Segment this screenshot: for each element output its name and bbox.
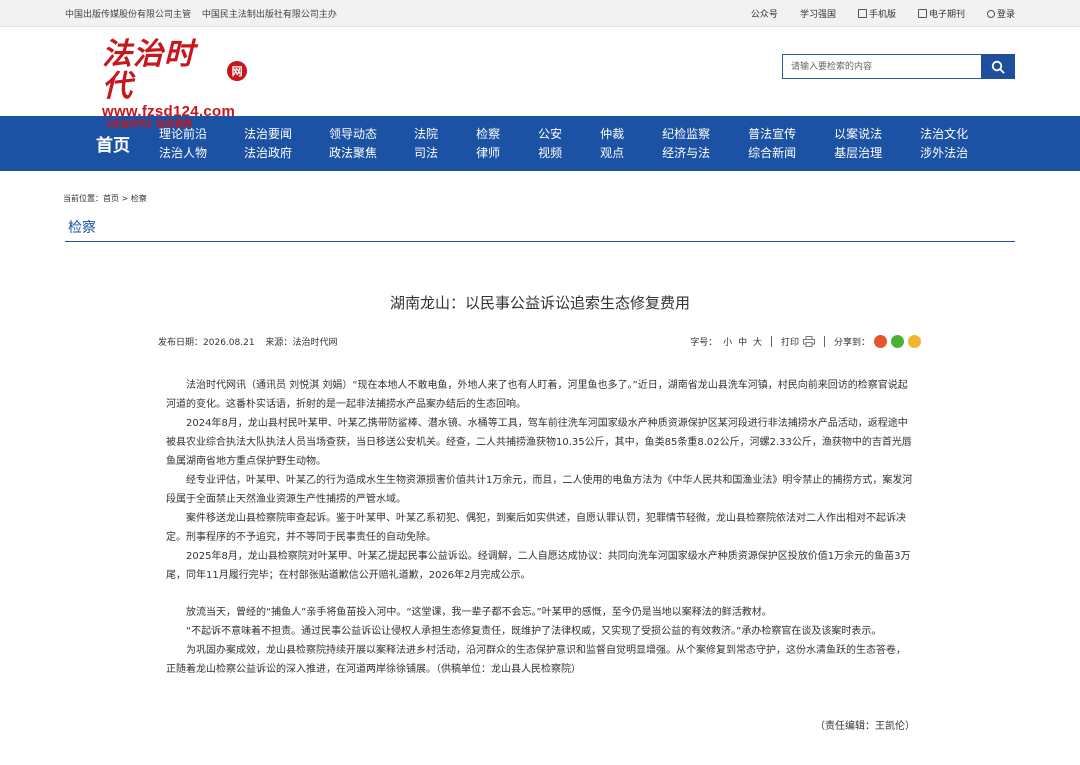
nav-item-case-law[interactable]: 以案说法 <box>834 125 882 144</box>
qzone-share-icon[interactable] <box>908 335 921 348</box>
search-icon <box>991 60 1005 74</box>
nav-item-politics[interactable]: 政法聚焦 <box>329 144 377 163</box>
wechat-account-link[interactable]: 公众号 <box>751 7 778 20</box>
supervisor-text: 中国出版传媒股份有限公司主管 <box>65 10 192 20</box>
logo-badge: 网 <box>227 61 247 81</box>
nav-item-leaders[interactable]: 领导动态 <box>329 125 377 144</box>
article-meta: 发布日期：2026.08.21 来源：法治时代网 字号： 小 中 大 打印 分享… <box>158 335 921 348</box>
e-journal-link[interactable]: 电子期刊 <box>917 7 965 20</box>
printer-icon <box>802 336 815 347</box>
section-divider <box>65 241 1015 242</box>
nav-item-government[interactable]: 法治政府 <box>244 144 292 163</box>
login-link[interactable]: 登录 <box>986 7 1015 20</box>
nav-item-justice[interactable]: 司法 <box>414 144 438 163</box>
nav-column-7: 仲裁 观点 <box>600 125 624 163</box>
search-button[interactable] <box>981 54 1015 79</box>
nav-item-news[interactable]: 法治要闻 <box>244 125 292 144</box>
nav-item-lawyer[interactable]: 律师 <box>476 144 500 163</box>
breadcrumb: 当前位置：首页 > 检察 <box>63 194 147 203</box>
article-title: 湖南龙山：以民事公益诉讼追索生态修复费用 <box>389 294 690 312</box>
search-box <box>782 54 1015 79</box>
publish-date: 2026.08.21 <box>203 338 255 348</box>
paragraph: 为巩固办案成效，龙山县检察院持续开展以案释法进乡村活动，沿河群众的生态保护意识和… <box>166 645 906 675</box>
nav-column-2: 法治要闻 法治政府 <box>244 125 292 163</box>
site-logo[interactable]: 法治时代 网 www.fzsd124.com 《法治时代》杂志官网 <box>102 39 247 131</box>
font-medium-button[interactable]: 中 <box>738 338 747 348</box>
nav-item-general-news[interactable]: 综合新闻 <box>748 144 796 163</box>
source-label: 来源： <box>265 338 293 348</box>
nav-item-legal-culture[interactable]: 法治文化 <box>920 125 968 144</box>
nav-item-people[interactable]: 法治人物 <box>159 144 207 163</box>
nav-item-procuratorate[interactable]: 检察 <box>476 125 500 144</box>
nav-item-grassroots[interactable]: 基层治理 <box>834 144 882 163</box>
nav-item-arbitration[interactable]: 仲裁 <box>600 125 624 144</box>
paragraph: 案件移送龙山县检察院审查起诉。鉴于叶某甲、叶某乙系初犯、偶犯，到案后如实供述，自… <box>166 513 906 543</box>
paragraph: “不起诉不意味着不担责。通过民事公益诉讼让侵权人承担生态修复责任，既维护了法律权… <box>186 626 882 637</box>
article-source: 法治时代网 <box>292 338 338 348</box>
weibo-share-icon[interactable] <box>874 335 887 348</box>
responsible-editor: （责任编辑：王凯伦） <box>815 721 915 732</box>
nav-item-court[interactable]: 法院 <box>414 125 438 144</box>
section-title[interactable]: 检察 <box>68 217 96 237</box>
logo-url: www.fzsd124.com <box>102 103 236 120</box>
print-button[interactable]: 打印 <box>781 335 815 348</box>
paragraph: 法治时代网讯（通讯员 刘悦淇 刘娟）“现在本地人不敢电鱼，外地人来了也有人盯着，… <box>166 380 908 410</box>
share-label: 分享到： <box>833 338 870 348</box>
nav-column-11: 法治文化 涉外法治 <box>920 125 968 163</box>
nav-column-6: 公安 视频 <box>538 125 562 163</box>
nav-column-10: 以案说法 基层治理 <box>834 125 882 163</box>
divider <box>770 336 772 347</box>
nav-item-discipline[interactable]: 纪检监察 <box>662 125 710 144</box>
journal-icon <box>917 9 927 18</box>
date-label: 发布日期： <box>158 338 204 348</box>
user-icon <box>986 9 995 18</box>
logo-name: 法治时代 <box>102 37 195 104</box>
nav-item-opinion[interactable]: 观点 <box>600 144 624 163</box>
font-size-control: 字号： 小 中 大 <box>690 335 762 348</box>
search-input[interactable] <box>782 54 981 79</box>
nav-column-9: 普法宣传 综合新闻 <box>748 125 796 163</box>
paragraph: 经专业评估，叶某甲、叶某乙的行为造成水生生物资源损害价值共计1万余元，而且，二人… <box>166 475 913 505</box>
nav-item-legal-education[interactable]: 普法宣传 <box>748 125 796 144</box>
top-links: 公众号 学习强国 手机版 电子期刊 登录 <box>729 7 1015 20</box>
paragraph: 放流当天，曾经的“捕鱼人”亲手将鱼苗投入河中。“这堂课，我一辈子都不会忘。”叶某… <box>186 607 772 618</box>
nav-item-video[interactable]: 视频 <box>538 144 562 163</box>
sponsor-text: 中国民主法制出版社有限公司主办 <box>201 10 337 20</box>
publisher-info: 中国出版传媒股份有限公司主管 中国民主法制出版社有限公司主办 <box>65 7 345 20</box>
paragraph: 2025年8月，龙山县检察院对叶某甲、叶某乙提起民事公益诉讼。经调解，二人自愿达… <box>166 551 911 581</box>
mobile-icon <box>857 9 867 18</box>
divider <box>823 336 825 347</box>
nav-column-5: 检察 律师 <box>476 125 500 163</box>
font-small-button[interactable]: 小 <box>723 338 732 348</box>
site-header: 法治时代 网 www.fzsd124.com 《法治时代》杂志官网 <box>0 27 1080 130</box>
top-bar: 中国出版传媒股份有限公司主管 中国民主法制出版社有限公司主办 公众号 学习强国 … <box>0 0 1080 27</box>
logo-tagline: 《法治时代》杂志官网 <box>102 120 193 130</box>
nav-item-police[interactable]: 公安 <box>538 125 562 144</box>
nav-home[interactable]: 首页 <box>78 131 148 156</box>
paragraph: 2024年8月，龙山县村民叶某甲、叶某乙携带防鲨棒、潜水镜、水桶等工具，驾车前往… <box>166 418 912 467</box>
mobile-link[interactable]: 手机版 <box>857 7 896 20</box>
nav-column-8: 纪检监察 经济与法 <box>662 125 710 163</box>
nav-item-foreign-law[interactable]: 涉外法治 <box>920 144 968 163</box>
nav-column-3: 领导动态 政法聚焦 <box>329 125 377 163</box>
nav-item-economy[interactable]: 经济与法 <box>662 144 710 163</box>
article-body: 法治时代网讯（通讯员 刘悦淇 刘娟）“现在本地人不敢电鱼，外地人来了也有人盯着，… <box>166 376 913 679</box>
font-large-button[interactable]: 大 <box>753 338 762 348</box>
wechat-share-icon[interactable] <box>891 335 904 348</box>
nav-column-4: 法院 司法 <box>414 125 438 163</box>
xuexi-link[interactable]: 学习强国 <box>800 7 836 20</box>
font-size-label: 字号： <box>690 338 718 348</box>
